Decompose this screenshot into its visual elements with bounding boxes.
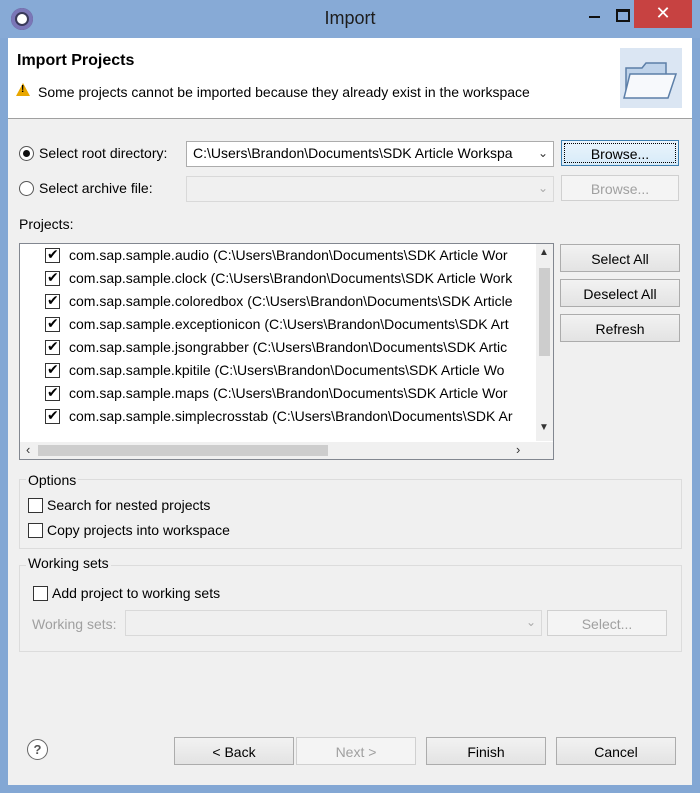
wizard-banner: Import Projects Some projects cannot be … [8, 38, 692, 119]
project-checkbox[interactable] [45, 338, 60, 355]
working-sets-label: Working sets: [32, 616, 117, 632]
project-label: com.sap.sample.kpitile (C:\Users\Brandon… [69, 362, 505, 378]
horizontal-scrollbar[interactable]: ‹ › [20, 442, 553, 459]
dialog-content: Import Projects Some projects cannot be … [8, 38, 692, 785]
scroll-right-icon[interactable]: › [516, 442, 520, 457]
project-row[interactable]: com.sap.sample.clock (C:\Users\Brandon\D… [20, 267, 532, 290]
project-label: com.sap.sample.audio (C:\Users\Brandon\D… [69, 247, 508, 263]
root-directory-radio[interactable] [19, 146, 34, 161]
cancel-label: Cancel [594, 744, 638, 760]
search-nested-label: Search for nested projects [47, 497, 211, 513]
copy-projects-checkbox[interactable] [28, 523, 43, 538]
back-label: < Back [212, 744, 256, 760]
search-nested-checkbox[interactable] [28, 498, 43, 513]
deselect-all-button[interactable]: Deselect All [560, 279, 680, 307]
project-row[interactable]: com.sap.sample.coloredbox (C:\Users\Bran… [20, 290, 532, 313]
chevron-down-icon: ⌄ [537, 181, 548, 195]
cancel-button[interactable]: Cancel [556, 737, 676, 765]
scroll-left-icon[interactable]: ‹ [26, 442, 30, 457]
working-sets-title: Working sets [26, 555, 111, 571]
back-button[interactable]: < Back [174, 737, 294, 765]
title-bar[interactable]: Import ✕ [0, 0, 700, 38]
project-checkbox[interactable] [45, 246, 60, 263]
finish-button[interactable]: Finish [426, 737, 546, 765]
project-checkbox[interactable] [45, 361, 60, 378]
working-sets-group [19, 565, 682, 652]
close-icon: ✕ [655, 3, 671, 23]
select-all-label: Select All [591, 251, 649, 267]
project-row[interactable]: com.sap.sample.jsongrabber (C:\Users\Bra… [20, 336, 532, 359]
project-checkbox[interactable] [45, 292, 60, 309]
scroll-up-icon[interactable]: ▲ [539, 247, 549, 258]
project-row[interactable]: com.sap.sample.exceptionicon (C:\Users\B… [20, 313, 532, 336]
projects-list[interactable]: com.sap.sample.simplecrosstab (C:\Users\… [19, 243, 554, 460]
options-title: Options [26, 472, 79, 488]
project-label: com.sap.sample.simplecrosstab (C:\Users\… [69, 408, 513, 424]
refresh-label: Refresh [595, 321, 645, 337]
project-row[interactable]: com.sap.sample.maps (C:\Users\Brandon\Do… [20, 382, 532, 405]
scroll-thumb-horizontal[interactable] [38, 445, 328, 456]
scroll-thumb[interactable] [539, 268, 550, 356]
finish-label: Finish [467, 744, 505, 760]
archive-file-combo[interactable]: ⌄ [186, 176, 554, 202]
project-label: com.sap.sample.exceptionicon (C:\Users\B… [69, 316, 509, 332]
page-title: Import Projects [17, 52, 135, 69]
warning-message: Some projects cannot be imported because… [38, 84, 530, 100]
projects-label: Projects: [19, 216, 74, 232]
browse-archive-label: Browse... [590, 181, 650, 197]
project-row[interactable]: com.sap.sample.simplecrosstab (C:\Users\… [20, 405, 532, 428]
root-directory-label: Select root directory: [39, 145, 168, 161]
browse-root-label: Browse... [590, 146, 650, 162]
browse-root-button[interactable]: Browse... [561, 140, 679, 166]
project-checkbox[interactable] [45, 407, 60, 424]
add-to-working-sets-label: Add project to working sets [52, 585, 221, 601]
root-directory-combo[interactable]: C:\Users\Brandon\Documents\SDK Article W… [186, 141, 554, 167]
options-group [19, 479, 682, 549]
archive-file-label: Select archive file: [39, 180, 153, 196]
help-icon[interactable]: ? [27, 739, 48, 760]
import-dialog: Import ✕ Import Projects Some projects c… [0, 0, 700, 793]
close-button[interactable]: ✕ [634, 0, 692, 28]
project-row[interactable]: com.sap.sample.audio (C:\Users\Brandon\D… [20, 244, 532, 267]
copy-projects-label: Copy projects into workspace [47, 522, 230, 538]
project-checkbox[interactable] [45, 269, 60, 286]
folder-icon [620, 48, 682, 108]
next-label: Next > [335, 744, 377, 760]
working-sets-select-button[interactable]: Select... [547, 610, 667, 636]
project-label: com.sap.sample.coloredbox (C:\Users\Bran… [69, 293, 513, 309]
refresh-button[interactable]: Refresh [560, 314, 680, 342]
project-label: com.sap.sample.jsongrabber (C:\Users\Bra… [69, 339, 508, 355]
select-all-button[interactable]: Select All [560, 244, 680, 272]
project-label: com.sap.sample.maps (C:\Users\Brandon\Do… [69, 385, 508, 401]
working-sets-select-label: Select... [581, 616, 633, 632]
deselect-all-label: Deselect All [583, 286, 657, 302]
browse-archive-button[interactable]: Browse... [561, 175, 679, 201]
project-checkbox[interactable] [45, 384, 60, 401]
scroll-down-icon[interactable]: ▼ [539, 422, 549, 433]
project-row[interactable]: com.sap.sample.kpitile (C:\Users\Brandon… [20, 359, 532, 382]
next-button[interactable]: Next > [296, 737, 416, 765]
root-directory-value: C:\Users\Brandon\Documents\SDK Article W… [193, 145, 513, 161]
vertical-scrollbar[interactable]: ▲ ▼ [536, 244, 553, 441]
chevron-down-icon: ⌄ [537, 146, 548, 160]
chevron-down-icon: ⌄ [525, 615, 536, 629]
warning-icon [16, 83, 30, 96]
archive-file-radio[interactable] [19, 181, 34, 196]
working-sets-combo[interactable]: ⌄ [125, 610, 542, 636]
project-label: com.sap.sample.clock (C:\Users\Brandon\D… [69, 270, 513, 286]
project-checkbox[interactable] [45, 315, 60, 332]
add-to-working-sets-checkbox[interactable] [33, 586, 48, 601]
